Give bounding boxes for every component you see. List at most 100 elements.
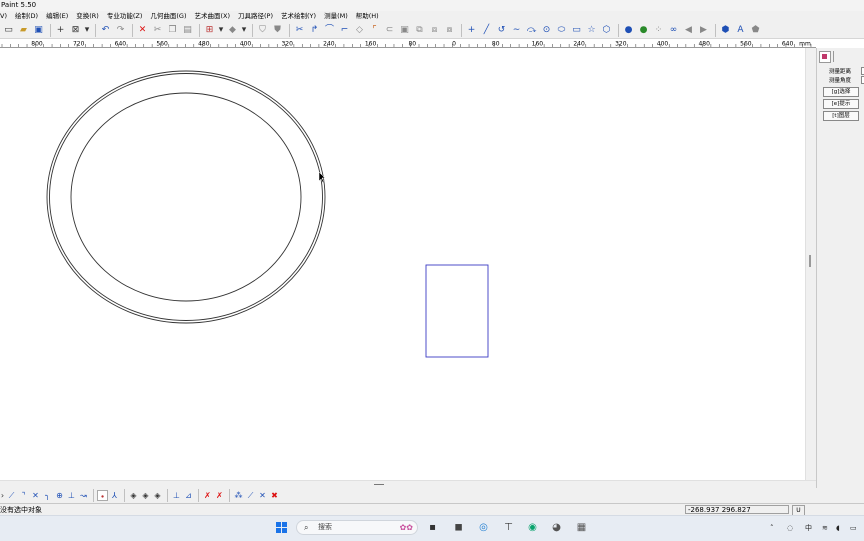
intersect-icon[interactable]: ⧈ [428, 24, 441, 37]
node-edit-icon[interactable]: ⁘ [652, 24, 665, 37]
drawing-canvas[interactable] [0, 48, 805, 480]
diamond-b-icon[interactable]: ◈ [140, 490, 151, 501]
diamond-a-icon[interactable]: ◈ [128, 490, 139, 501]
arrow-left-icon[interactable]: ◀ [682, 24, 695, 37]
chamfer-icon[interactable]: ⌐ [338, 24, 351, 37]
dropdown-arrow-icon[interactable]: ▾ [218, 24, 224, 37]
branch-icon[interactable]: ⅄ [109, 490, 120, 501]
wifi-icon[interactable]: ≋ [822, 522, 828, 534]
select-button[interactable]: [g]选择 [823, 87, 859, 97]
curve-icon[interactable]: ⤼ [525, 24, 538, 37]
outer-circle-inner-edge[interactable] [49, 73, 323, 321]
union-icon[interactable]: ⧉ [413, 24, 426, 37]
location-pin-icon[interactable]: ● [622, 24, 635, 37]
rectangle-icon[interactable]: ▭ [570, 24, 583, 37]
menu-draw[interactable]: 绘制(D) [15, 11, 38, 22]
extend-icon[interactable]: ⟋ [6, 490, 17, 501]
browser-icon[interactable]: ◉ [526, 521, 539, 534]
close-icon[interactable]: ✖ [269, 490, 280, 501]
diamond-c-icon[interactable]: ◈ [152, 490, 163, 501]
menu-help[interactable]: 帮助(H) [356, 11, 379, 22]
menu-measure[interactable]: 测量(M) [324, 11, 348, 22]
menu-transform[interactable]: 变换(R) [76, 11, 99, 22]
spline-icon[interactable]: ∼ [510, 24, 523, 37]
point-icon[interactable]: + [465, 24, 478, 37]
tray-input-method[interactable]: 中 [805, 522, 812, 534]
app-icon-c[interactable]: ⊤ [502, 521, 515, 534]
offset-icon[interactable]: ◇ [353, 24, 366, 37]
ellipse-icon[interactable]: ⬭ [555, 24, 568, 37]
dropdown-arrow-icon[interactable]: ▾ [84, 24, 90, 37]
paste-icon[interactable]: ▤ [181, 24, 194, 37]
perpendicular-icon[interactable]: ⊥ [66, 490, 77, 501]
outer-circle[interactable] [46, 70, 326, 324]
polygon-icon[interactable]: ⬡ [600, 24, 613, 37]
menu-professional[interactable]: 专业功能(Z) [107, 11, 143, 22]
link-icon[interactable]: ∞ [667, 24, 680, 37]
volume-icon[interactable]: ◖ [836, 522, 840, 534]
circle-icon[interactable]: ⊙ [540, 24, 553, 37]
trim-icon[interactable]: ✂ [293, 24, 306, 37]
green-pin-icon[interactable]: ● [637, 24, 650, 37]
relief-icon[interactable]: ⬟ [749, 24, 762, 37]
inner-circle[interactable] [70, 92, 302, 302]
shield-filled-icon[interactable]: ⛊ [271, 24, 284, 37]
arc-icon[interactable]: ↺ [495, 24, 508, 37]
vertical-scrollbar[interactable] [805, 48, 816, 480]
fillet-icon[interactable]: ↱ [308, 24, 321, 37]
tray-cloud-icon[interactable]: ◌ [787, 522, 793, 534]
align-arrow-icon[interactable]: ⊿ [183, 490, 194, 501]
subtract-icon[interactable]: ⧇ [443, 24, 456, 37]
zoom-window-icon[interactable]: ⊠ [69, 24, 82, 37]
menu-geometric-surface[interactable]: 几何曲面(G) [150, 11, 186, 22]
task-view-icon[interactable]: ▪ [426, 521, 439, 534]
simplify-icon[interactable]: ⟋ [245, 490, 256, 501]
layer-fill-icon[interactable]: ◆ [226, 24, 239, 37]
save-icon[interactable]: ▣ [32, 24, 45, 37]
open-folder-icon[interactable]: ▰ [17, 24, 30, 37]
menu-edit[interactable]: 编辑(E) [46, 11, 68, 22]
new-file-icon[interactable]: ▭ [2, 24, 15, 37]
corner-icon[interactable]: ⌜ [368, 24, 381, 37]
arrow-right-icon[interactable]: ▶ [697, 24, 710, 37]
app-icon-e[interactable]: ▦ [575, 521, 588, 534]
menu-toolpath[interactable]: 刀具路径(P) [238, 11, 273, 22]
join-icon[interactable]: › [0, 490, 5, 501]
vertical-scroll-thumb[interactable] [809, 255, 811, 267]
menu-view[interactable]: V) [0, 11, 7, 22]
star-icon[interactable]: ☆ [585, 24, 598, 37]
delete-icon[interactable]: ✕ [136, 24, 149, 37]
crosshair-icon[interactable]: + [54, 24, 67, 37]
copy-icon[interactable]: ❐ [166, 24, 179, 37]
drawing-svg[interactable] [0, 48, 805, 480]
menu-art-surface[interactable]: 艺术曲面(X) [194, 11, 230, 22]
remove-node-icon[interactable]: ✗ [202, 490, 213, 501]
align-base-icon[interactable]: ⊥ [171, 490, 182, 501]
line-icon[interactable]: ╱ [480, 24, 493, 37]
intersect-lines-icon[interactable]: ✕ [30, 490, 41, 501]
remove-segment-icon[interactable]: ✗ [214, 490, 225, 501]
panel-tab-icon[interactable] [819, 51, 831, 63]
arc-fillet-icon[interactable]: ⌒ [323, 24, 336, 37]
circle-node-icon[interactable]: ⊕ [54, 490, 65, 501]
rectangle-shape[interactable] [425, 264, 489, 358]
cube-icon[interactable]: ⬢ [719, 24, 732, 37]
redo-icon[interactable]: ↷ [114, 24, 127, 37]
horizontal-scroll-thumb[interactable] [374, 484, 384, 485]
taskbar-search[interactable]: ⌕ 搜索 ✿✿ [296, 520, 418, 535]
undo-icon[interactable]: ↶ [99, 24, 112, 37]
windows-start-icon[interactable] [276, 522, 288, 534]
node-point-icon[interactable]: ∙ [97, 490, 108, 501]
cut-icon[interactable]: ✂ [151, 24, 164, 37]
corner-join-icon[interactable]: ⌝ [18, 490, 29, 501]
tray-chevron-icon[interactable]: ˄ [770, 522, 774, 534]
battery-icon[interactable]: ▭ [850, 522, 857, 534]
curve-corner-icon[interactable]: ╮ [42, 490, 53, 501]
break-icon[interactable]: ↝ [78, 490, 89, 501]
hint-button[interactable]: [e]提示 [823, 99, 859, 109]
grid-icon[interactable]: ⊞ [203, 24, 216, 37]
app-icon-d[interactable]: ◕ [550, 521, 563, 534]
slot-icon[interactable]: ⊂ [383, 24, 396, 37]
smooth-icon[interactable]: ⁂ [233, 490, 244, 501]
reduce-icon[interactable]: ✕ [257, 490, 268, 501]
